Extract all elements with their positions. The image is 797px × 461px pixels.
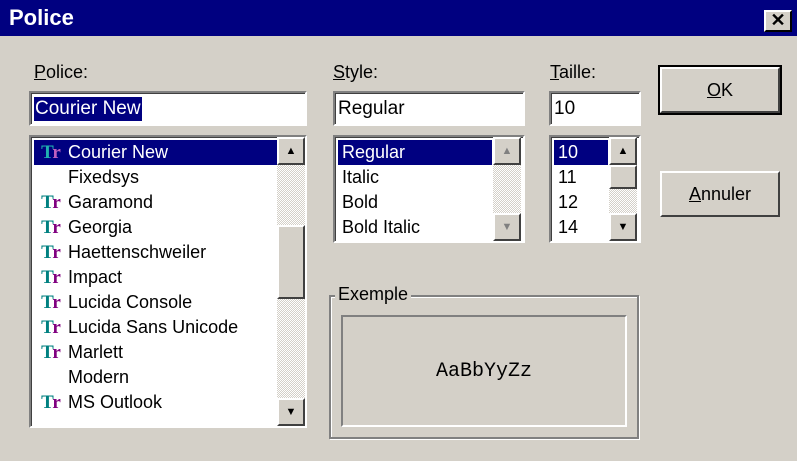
size-input[interactable]: 10: [549, 91, 641, 126]
list-item[interactable]: Tr Georgia: [34, 215, 132, 240]
size-list[interactable]: 10 11 12 14 ▲ ▼: [549, 135, 641, 243]
ok-label-accel: O: [706, 80, 721, 100]
list-item[interactable]: Modern: [34, 365, 129, 390]
list-item[interactable]: Italic: [338, 165, 379, 190]
list-item[interactable]: Tr Haettenschweiler: [34, 240, 206, 265]
close-button[interactable]: ✕: [764, 10, 792, 32]
list-item[interactable]: 10: [554, 140, 608, 165]
scroll-down-button[interactable]: ▼: [277, 398, 305, 426]
sample-preview: AaBbYyZz: [341, 315, 627, 427]
list-item[interactable]: Fixedsys: [34, 165, 139, 190]
list-item[interactable]: Bold: [338, 190, 378, 215]
arrow-down-icon: ▼: [617, 221, 629, 233]
scroll-up-button[interactable]: ▲: [493, 137, 521, 165]
close-icon: ✕: [770, 10, 786, 30]
cancel-label: nnuler: [700, 184, 752, 204]
font-scrollbar[interactable]: ▲ ▼: [277, 137, 305, 426]
cancel-label-accel: A: [688, 184, 701, 204]
arrow-down-icon: ▼: [285, 406, 297, 418]
font-input[interactable]: Courier New: [29, 91, 307, 126]
size-input-text: 10: [554, 98, 576, 119]
list-item[interactable]: 14: [554, 215, 578, 240]
arrow-up-icon: ▲: [285, 145, 297, 157]
font-input-text: Courier New: [34, 97, 142, 121]
font-list[interactable]: Tr Courier New Fixedsys Tr Garamond Tr Geor…: [29, 135, 307, 428]
list-item[interactable]: Tr Garamond: [34, 190, 153, 215]
scroll-down-button[interactable]: ▼: [493, 213, 521, 241]
list-item[interactable]: Tr Marlett: [34, 340, 123, 365]
truetype-icon: Tr: [41, 217, 61, 238]
list-item[interactable]: Regular: [338, 140, 492, 165]
scroll-thumb[interactable]: [609, 165, 637, 189]
style-input-text: Regular: [338, 98, 405, 119]
arrow-up-icon: ▲: [501, 145, 513, 157]
sample-label: Exemple: [335, 283, 412, 305]
list-item[interactable]: Tr Lucida Sans Unicode: [34, 315, 238, 340]
truetype-icon: Tr: [41, 342, 61, 363]
ok-button[interactable]: OK: [658, 65, 782, 115]
list-item[interactable]: Tr Courier New: [34, 140, 277, 165]
truetype-icon: Tr: [41, 392, 61, 413]
truetype-icon: Tr: [41, 317, 61, 338]
style-input[interactable]: Regular: [333, 91, 525, 126]
list-item[interactable]: Tr Lucida Console: [34, 290, 192, 315]
scroll-down-button[interactable]: ▼: [609, 213, 637, 241]
scroll-up-button[interactable]: ▲: [609, 137, 637, 165]
list-item[interactable]: 11: [554, 165, 577, 190]
truetype-icon: Tr: [41, 292, 61, 313]
size-scrollbar[interactable]: ▲ ▼: [609, 137, 637, 241]
arrow-down-icon: ▼: [501, 221, 513, 233]
list-item[interactable]: Bold Italic: [338, 215, 420, 240]
style-scrollbar[interactable]: ▲ ▼: [493, 137, 521, 241]
size-label: Taille:: [550, 62, 597, 82]
arrow-up-icon: ▲: [617, 145, 629, 157]
ok-label: K: [721, 80, 734, 100]
sample-text: AaBbYyZz: [435, 359, 532, 383]
font-label: Police:: [34, 62, 89, 82]
style-label: Style:: [333, 62, 379, 82]
cancel-button[interactable]: Annuler: [660, 171, 780, 217]
scroll-thumb[interactable]: [277, 225, 305, 299]
truetype-icon: Tr: [41, 242, 61, 263]
style-list[interactable]: Regular Italic Bold Bold Italic ▲ ▼: [333, 135, 525, 243]
list-item[interactable]: 12: [554, 190, 578, 215]
title-bar[interactable]: [0, 0, 797, 36]
truetype-icon: Tr: [41, 142, 61, 163]
list-item[interactable]: Tr MS Outlook: [34, 390, 162, 415]
truetype-icon: Tr: [41, 192, 61, 213]
window-title: Police: [9, 5, 74, 30]
list-item[interactable]: Tr Impact: [34, 265, 122, 290]
scroll-up-button[interactable]: ▲: [277, 137, 305, 165]
truetype-icon: Tr: [41, 267, 61, 288]
